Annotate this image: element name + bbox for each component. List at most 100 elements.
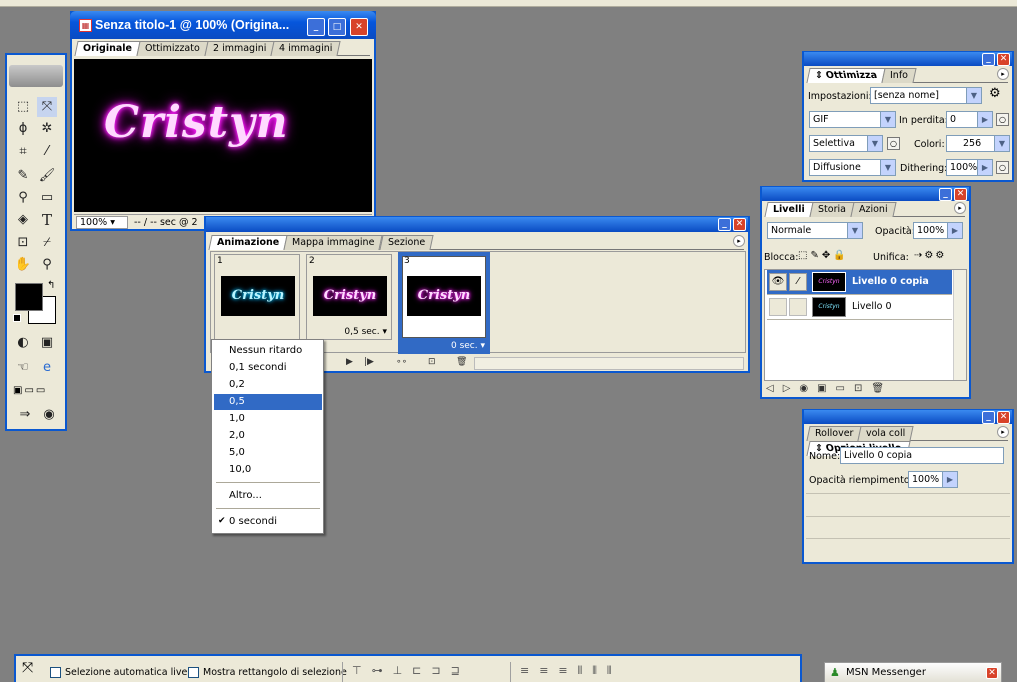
tab-info[interactable]: Info	[881, 68, 917, 83]
animation-titlebar[interactable]	[206, 217, 748, 232]
tab-azioni[interactable]: Azioni	[850, 202, 896, 217]
tab-animazione[interactable]: Animazione	[208, 235, 288, 250]
layer-options-menu-icon[interactable]: ▸	[997, 426, 1009, 438]
layers-titlebar[interactable]	[762, 187, 969, 201]
default-colors-icon[interactable]	[13, 314, 21, 322]
lasso-tool-icon[interactable]: ϕ	[13, 119, 33, 139]
next-frame-icon[interactable]: |▶	[364, 357, 374, 367]
tab-rollover[interactable]: Rollover	[806, 426, 863, 441]
menu-item-0-2[interactable]: 0,2	[214, 377, 322, 393]
paint-bucket-icon[interactable]: ◈	[13, 210, 33, 230]
minimize-icon[interactable]: _	[307, 18, 325, 36]
show-bbox-checkbox[interactable]	[188, 667, 199, 678]
layers-scrollbar[interactable]	[953, 270, 966, 380]
animation-frame-2[interactable]: 2 Cristyn 0,5 sec. ▾	[306, 254, 392, 340]
marquee-tool-icon[interactable]: ⬚	[13, 97, 33, 117]
toolbox-header-icon[interactable]	[9, 65, 63, 87]
shape-tool-icon[interactable]: ▭	[37, 188, 57, 208]
dither-select[interactable]: Diffusione ▼	[809, 159, 896, 176]
menu-item-1-0[interactable]: 1,0	[214, 411, 322, 427]
optimize-close-icon[interactable]: ✕	[997, 53, 1010, 66]
document-window[interactable]: ▦ Senza titolo-1 @ 100% (Origina... _ □ …	[70, 11, 376, 231]
tab-originale[interactable]: Originale	[74, 41, 141, 56]
tab-4-immagini[interactable]: 4 immagini	[270, 41, 342, 56]
crop-tool-icon[interactable]: ⌗	[13, 142, 33, 162]
layer-options-minimize-icon[interactable]: _	[982, 411, 995, 424]
brush-link-icon[interactable]: ⁄	[789, 273, 807, 291]
palette-mask-icon[interactable]: ○	[887, 137, 900, 150]
dither-mask-icon[interactable]: ○	[996, 161, 1009, 174]
msn-close-icon[interactable]: ✕	[986, 667, 998, 679]
animation-frame-1[interactable]: 1 Cristyn	[214, 254, 300, 340]
foreground-color-swatch[interactable]	[15, 283, 43, 311]
play-icon[interactable]: ▶	[346, 357, 353, 367]
layer-row[interactable]: Cristyn Livello 0	[767, 295, 952, 320]
blend-mode-select[interactable]: Normale ▼	[767, 222, 863, 239]
layer-name-field[interactable]: Livello 0 copia	[840, 447, 1004, 464]
magic-wand-icon[interactable]: ✲	[37, 119, 57, 139]
tab-mappa-immagine[interactable]: Mappa immagine	[283, 235, 384, 250]
healing-brush-icon[interactable]: ✎	[13, 166, 33, 186]
move-tool-options-icon[interactable]: ⤧	[22, 660, 33, 676]
distribute-icons[interactable]: ≡≡≡⫴⫴⫴	[520, 664, 622, 678]
menu-item-current[interactable]: 0 secondi	[214, 514, 322, 530]
lossy-field[interactable]: 0 ▶	[946, 111, 993, 128]
menu-item-0-1[interactable]: 0,1 secondi	[214, 360, 322, 376]
swap-colors-icon[interactable]: ↰	[47, 280, 55, 291]
fill-opacity-field[interactable]: 100% ▶	[908, 471, 958, 488]
opacity-field[interactable]: 100% ▶	[913, 222, 963, 239]
frame-delay[interactable]: 0,5 sec. ▾	[344, 327, 387, 337]
slice-tool-icon[interactable]: ⁄	[37, 142, 57, 162]
optimize-menu-icon[interactable]: ⚙	[989, 86, 1001, 101]
link-box[interactable]	[789, 298, 807, 316]
duplicate-frame-icon[interactable]: ⊡	[428, 357, 436, 367]
layer-row-selected[interactable]: 👁 ⁄ Cristyn Livello 0 copia	[767, 270, 952, 295]
tab-tavola-colori[interactable]: vola coll	[857, 426, 915, 441]
type-tool-icon[interactable]: T	[37, 210, 57, 230]
unify-icons[interactable]: ⇢⚙⚙	[914, 250, 946, 261]
zoom-field[interactable]: 100% ▾	[76, 216, 128, 229]
eye-icon[interactable]: 👁	[769, 273, 787, 291]
tab-sezione[interactable]: Sezione	[379, 235, 434, 250]
screen-mode-icon[interactable]: ▣	[37, 333, 57, 353]
menu-item-5-0[interactable]: 5,0	[214, 445, 322, 461]
preview-document-icon[interactable]: ◉	[39, 405, 59, 425]
menu-item-no-delay[interactable]: Nessun ritardo	[214, 343, 322, 359]
lock-icons[interactable]: ⬚✎✥🔒	[798, 250, 849, 261]
layer-options-close-icon[interactable]: ✕	[997, 411, 1010, 424]
palette-select[interactable]: Selettiva ▼	[809, 135, 883, 152]
layer-options-titlebar[interactable]	[804, 410, 1012, 424]
jump-to-photoshop-icon[interactable]: ⇒	[15, 405, 35, 425]
close-icon[interactable]: ✕	[350, 18, 368, 36]
animation-panel-menu-icon[interactable]: ▸	[733, 235, 745, 247]
taskbar-msn-button[interactable]: ♟ MSN Messenger ✕	[824, 662, 1002, 682]
align-icons[interactable]: ⊤⊶⊥⊏⊐⊒	[352, 664, 470, 677]
menu-item-10-0[interactable]: 10,0	[214, 462, 322, 478]
document-canvas[interactable]: Cristyn	[74, 59, 372, 212]
animation-minimize-icon[interactable]: _	[718, 218, 731, 231]
layers-footer-icons[interactable]: ◁▷◉▣▭⊡🗑	[766, 383, 966, 394]
frame-delay[interactable]: 0 sec. ▾	[451, 341, 485, 351]
optimize-titlebar[interactable]	[804, 52, 1012, 66]
menu-item-other[interactable]: Altro...	[214, 488, 322, 504]
layers-minimize-icon[interactable]: _	[939, 188, 952, 201]
brush-tool-icon[interactable]: 🖌	[37, 166, 57, 186]
quickmask-icon[interactable]: ◐	[13, 333, 33, 353]
optimize-panel-menu-icon[interactable]: ▸	[997, 68, 1009, 80]
tab-ottimizzato[interactable]: Ottimizzato	[136, 41, 209, 56]
hand-tool-icon[interactable]: ✋	[13, 255, 33, 275]
menu-item-0-5[interactable]: 0,5	[214, 394, 322, 410]
stamp-tool-icon[interactable]: ⚲	[13, 188, 33, 208]
move-tool-icon[interactable]: ⤧	[37, 97, 57, 117]
animation-scrollbar[interactable]	[474, 357, 744, 370]
animation-frame-3[interactable]: 3 Cristyn 0 sec. ▾	[398, 252, 490, 354]
tab-storia[interactable]: Storia	[809, 202, 855, 217]
tab-2-immagini[interactable]: 2 immagini	[204, 41, 275, 56]
menu-item-2-0[interactable]: 2,0	[214, 428, 322, 444]
visibility-box[interactable]	[769, 298, 787, 316]
layers-close-icon[interactable]: ✕	[954, 188, 967, 201]
colors-field[interactable]: 256 ▼	[946, 135, 1010, 152]
crop2-tool-icon[interactable]: ⊡	[13, 233, 33, 253]
settings-select[interactable]: [senza nome] ▼	[870, 87, 982, 104]
browser-preview-icon[interactable]: e	[37, 358, 57, 378]
